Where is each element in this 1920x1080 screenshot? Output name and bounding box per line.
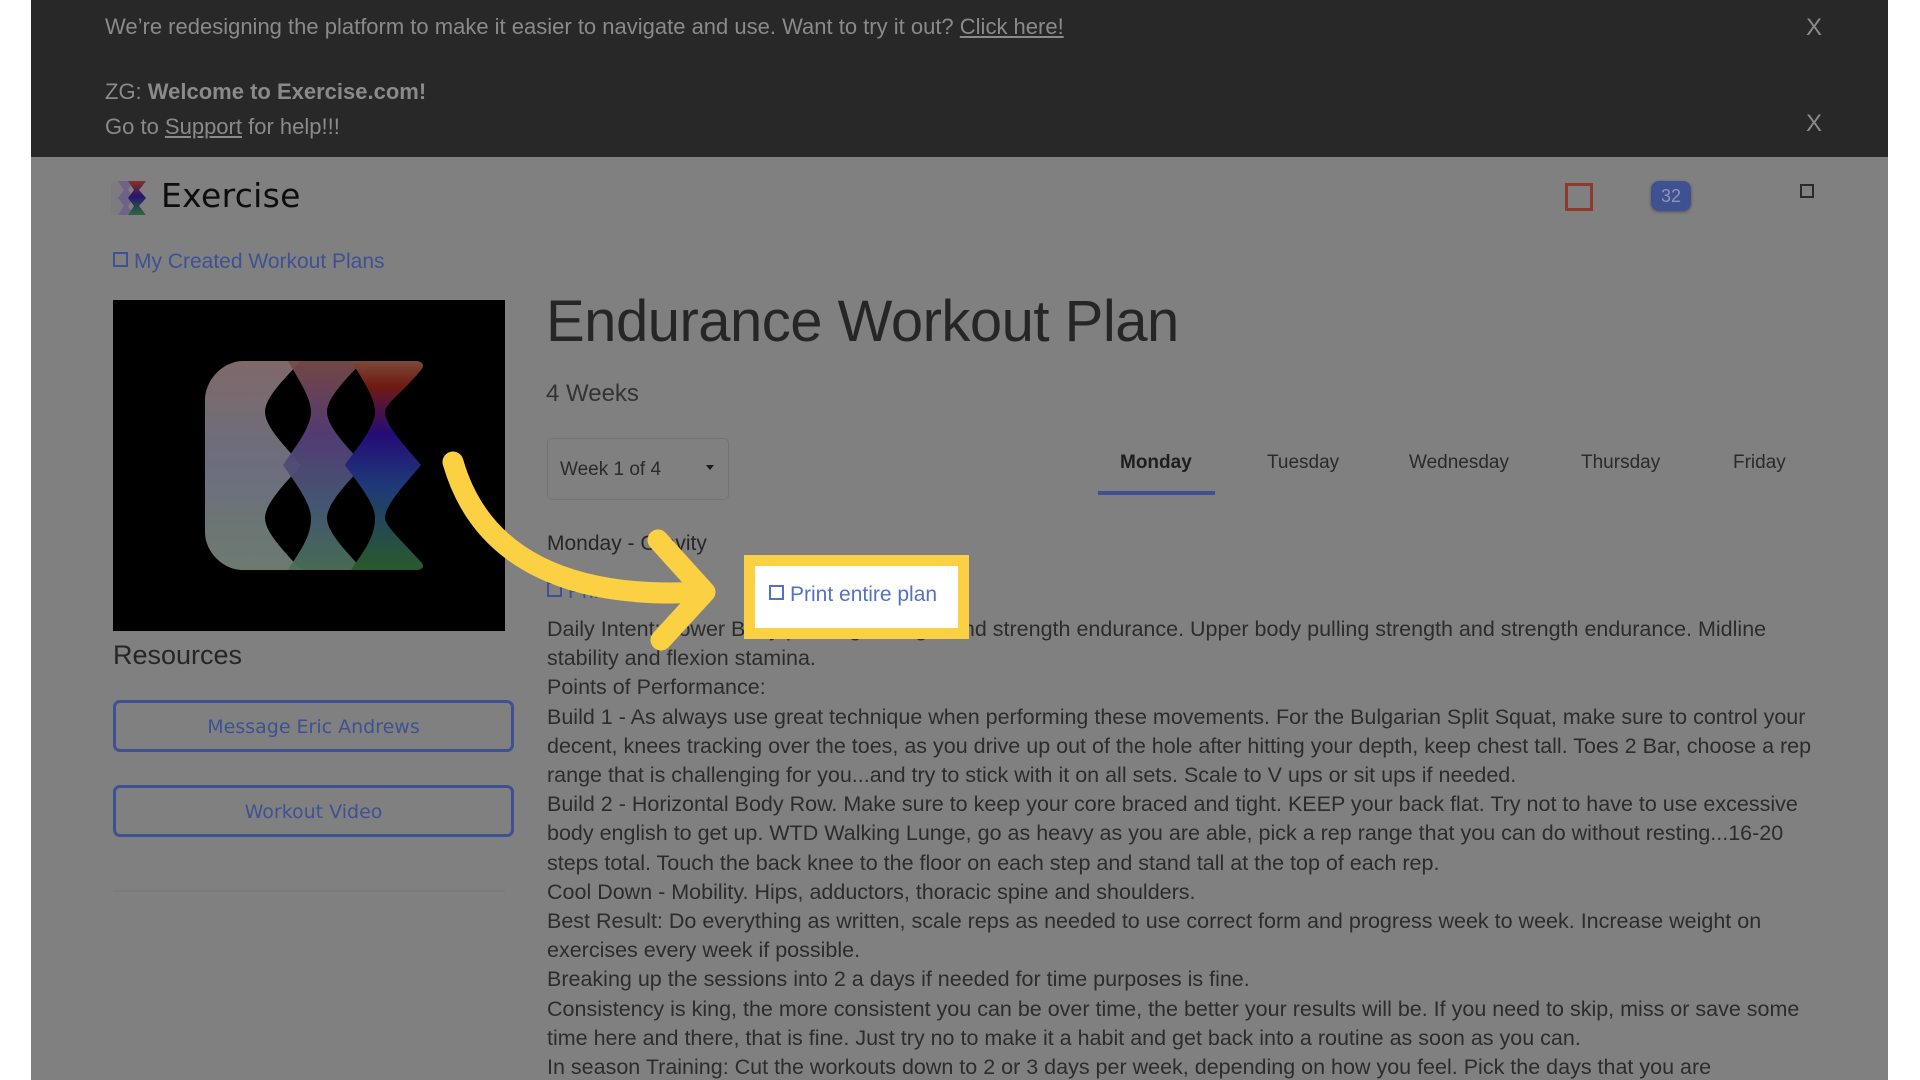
support-suffix: for help!!! <box>241 114 340 139</box>
tab-tuesday[interactable]: Tuesday <box>1267 452 1339 474</box>
workout-video-button[interactable]: Workout Video <box>113 785 514 837</box>
back-link-label: My Created Workout Plans <box>134 250 385 273</box>
tab-monday[interactable]: Monday <box>1120 452 1192 474</box>
week-select-value: Week 1 of 4 <box>560 459 662 480</box>
print-plan-label: Print entire plan <box>790 583 938 606</box>
plan-cover-image <box>113 300 505 631</box>
redesign-notice: We’re redesigning the platform to make i… <box>105 14 1064 40</box>
try-redesign-link[interactable]: Click here! <box>960 14 1064 39</box>
support-prefix: Go to <box>105 114 165 139</box>
announcement-banner: We’re redesigning the platform to make i… <box>31 0 1888 157</box>
day-heading: Monday - Gravity <box>547 532 707 555</box>
print-icon <box>769 585 784 600</box>
highlight-callout: Print entire plan <box>744 555 969 639</box>
plan-duration: 4 Weeks <box>546 380 639 407</box>
week-select[interactable]: Week 1 of 4 <box>547 438 729 500</box>
chevron-down-icon <box>706 465 714 470</box>
active-tab-indicator <box>1098 491 1215 495</box>
user-menu-icon[interactable] <box>1800 184 1814 198</box>
message-count-badge[interactable]: 32 <box>1651 181 1691 211</box>
print-workout-link[interactable]: Print workout <box>547 580 691 604</box>
message-trainer-button[interactable]: Message Eric Andrews <box>113 700 514 752</box>
welcome-title: Welcome to Exercise.com! <box>147 79 427 104</box>
sidebar-divider <box>113 890 505 892</box>
page-title: Endurance Workout Plan <box>546 289 1179 354</box>
print-entire-plan-link[interactable]: Print entire plan <box>769 583 937 607</box>
description-paragraph: Build 1 - As always use great technique … <box>547 704 1812 788</box>
close-welcome-banner-button[interactable]: X <box>1806 110 1822 138</box>
print-icon <box>547 582 562 597</box>
welcome-prefix: ZG: <box>105 79 148 104</box>
tab-wednesday[interactable]: Wednesday <box>1409 452 1509 474</box>
close-redesign-banner-button[interactable]: X <box>1806 14 1822 42</box>
tab-friday[interactable]: Friday <box>1733 452 1786 474</box>
notifications-icon[interactable] <box>1565 183 1593 211</box>
description-paragraph: Points of Performance: <box>547 675 766 700</box>
welcome-message: ZG: Welcome to Exercise.com! <box>105 79 426 105</box>
brand-name[interactable]: Exercise <box>161 176 301 215</box>
my-created-workout-plans-link[interactable]: My Created Workout Plans <box>113 250 385 274</box>
resources-heading: Resources <box>113 640 243 670</box>
description-paragraph: Best Result: Do everything as written, s… <box>547 909 1762 963</box>
exercise-logo-icon[interactable] <box>110 180 148 216</box>
back-icon <box>113 252 128 267</box>
exercise-logo-artwork <box>205 361 424 570</box>
description-paragraph: In season Training: Cut the workouts dow… <box>547 1055 1712 1080</box>
page-frame: We’re redesigning the platform to make i… <box>31 0 1888 1080</box>
redesign-text: We’re redesigning the platform to make i… <box>105 14 960 39</box>
description-paragraph: Daily Intent: Lower Body pushing strengt… <box>547 617 1767 671</box>
description-paragraph: Consistency is king, the more consistent… <box>547 996 1800 1050</box>
support-message: Go to Support for help!!! <box>105 114 340 140</box>
workout-description: Daily Intent: Lower Body pushing strengt… <box>547 615 1837 1080</box>
support-link[interactable]: Support <box>165 114 242 139</box>
description-paragraph: Breaking up the sessions into 2 a days i… <box>547 967 1250 992</box>
description-paragraph: Build 2 - Horizontal Body Row. Make sure… <box>547 792 1798 875</box>
print-workout-label: Print workout <box>568 580 691 603</box>
description-paragraph: Cool Down - Mobility. Hips, adductors, t… <box>547 879 1196 904</box>
tab-thursday[interactable]: Thursday <box>1581 452 1660 474</box>
